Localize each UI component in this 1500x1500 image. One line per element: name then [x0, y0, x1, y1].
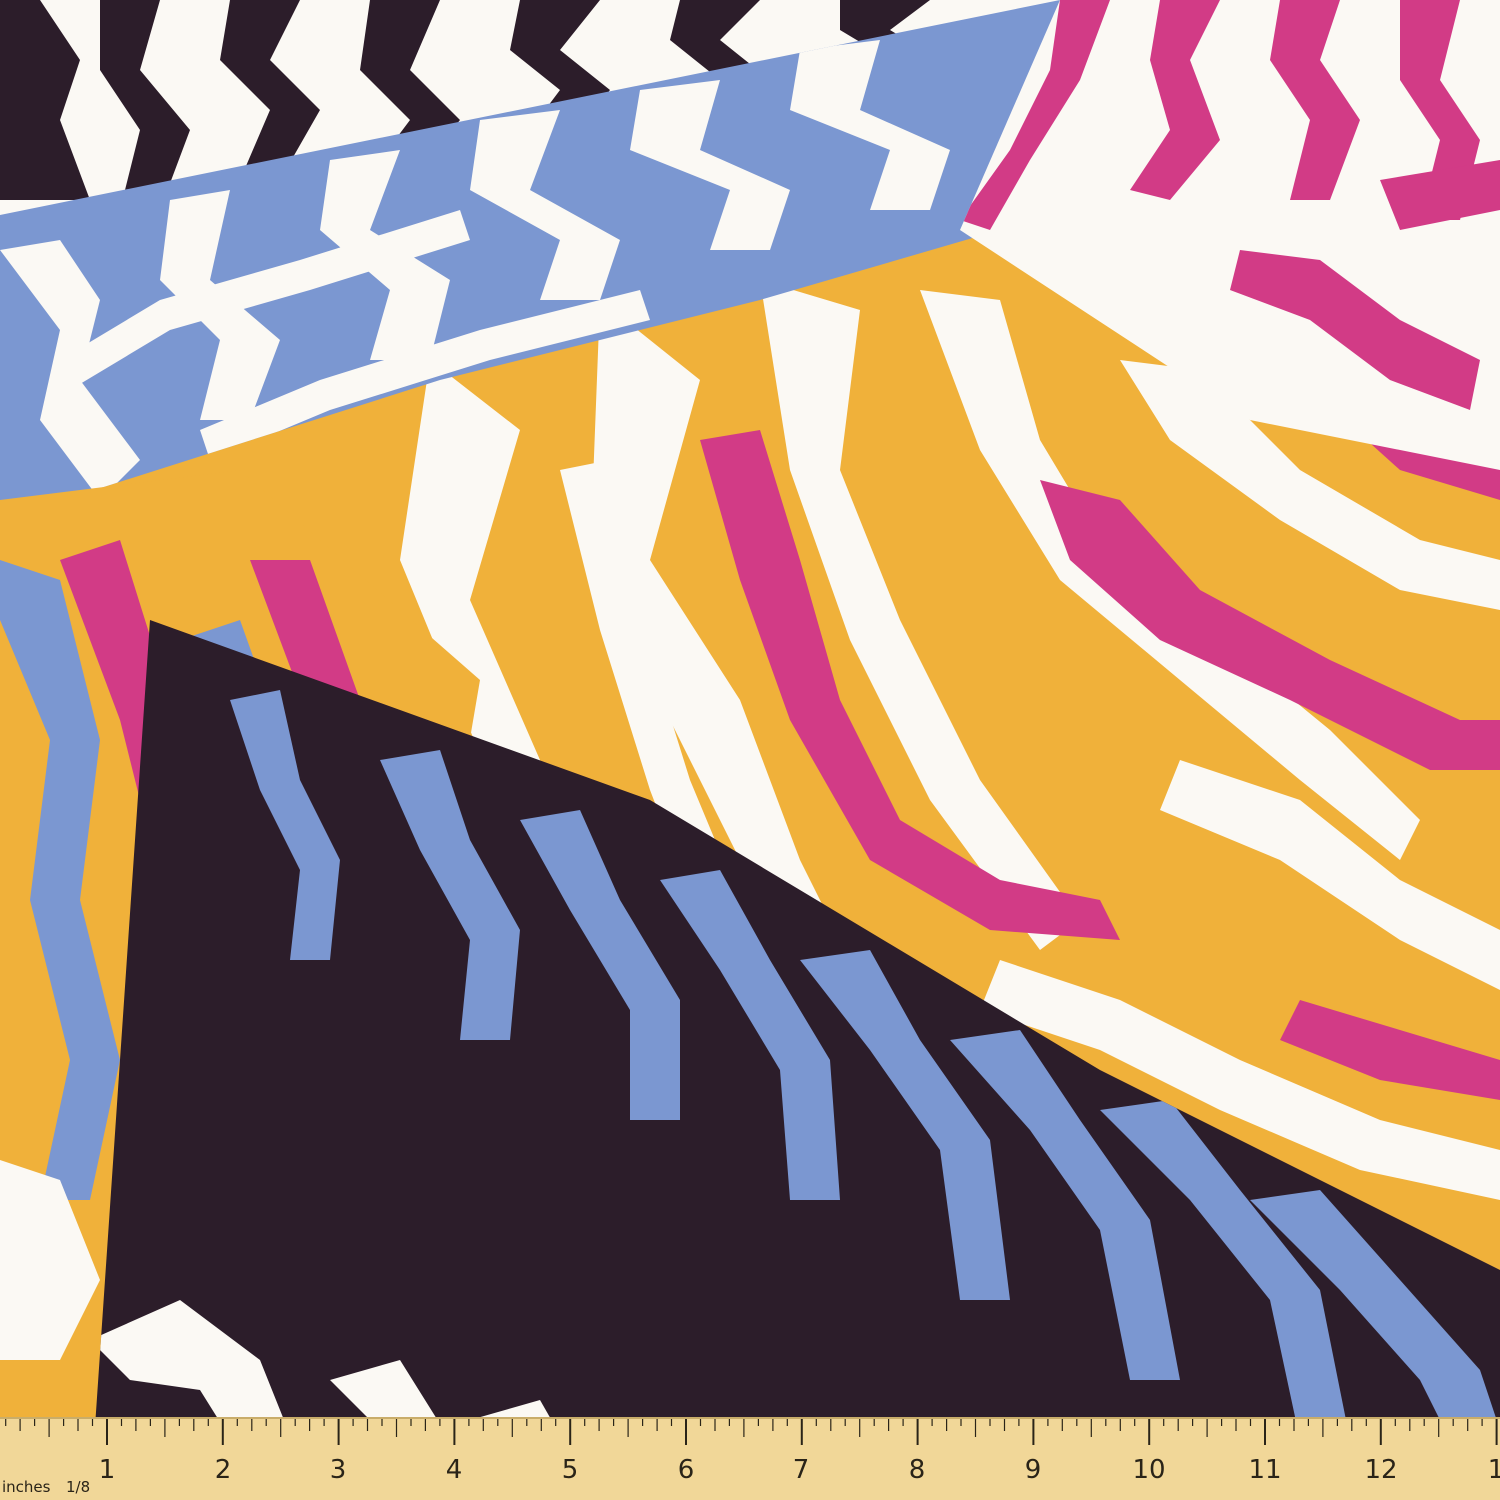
ruler-number-12: 12 [1364, 1455, 1397, 1485]
ruler-number-2: 2 [215, 1455, 232, 1485]
ruler-number-10: 10 [1132, 1455, 1165, 1485]
ruler-number-8: 8 [909, 1455, 926, 1485]
ruler-number-1: 1 [99, 1455, 116, 1485]
ruler-number-3: 3 [330, 1455, 347, 1485]
ruler-number-4: 4 [446, 1455, 463, 1485]
ruler-number-9: 9 [1025, 1455, 1042, 1485]
ruler-number-6: 6 [678, 1455, 695, 1485]
ruler-number-11: 11 [1248, 1455, 1281, 1485]
ruler-number-7: 7 [793, 1455, 810, 1485]
ruler-fraction-label: 1/8 [66, 1478, 90, 1496]
measuring-ruler: 1 2 3 4 5 6 7 8 9 10 11 12 1 inches 1/8 [0, 1417, 1500, 1500]
ruler-number-5: 5 [562, 1455, 579, 1485]
ruler-number-13: 1 [1488, 1455, 1500, 1485]
ruler-unit-label: inches [2, 1478, 51, 1496]
